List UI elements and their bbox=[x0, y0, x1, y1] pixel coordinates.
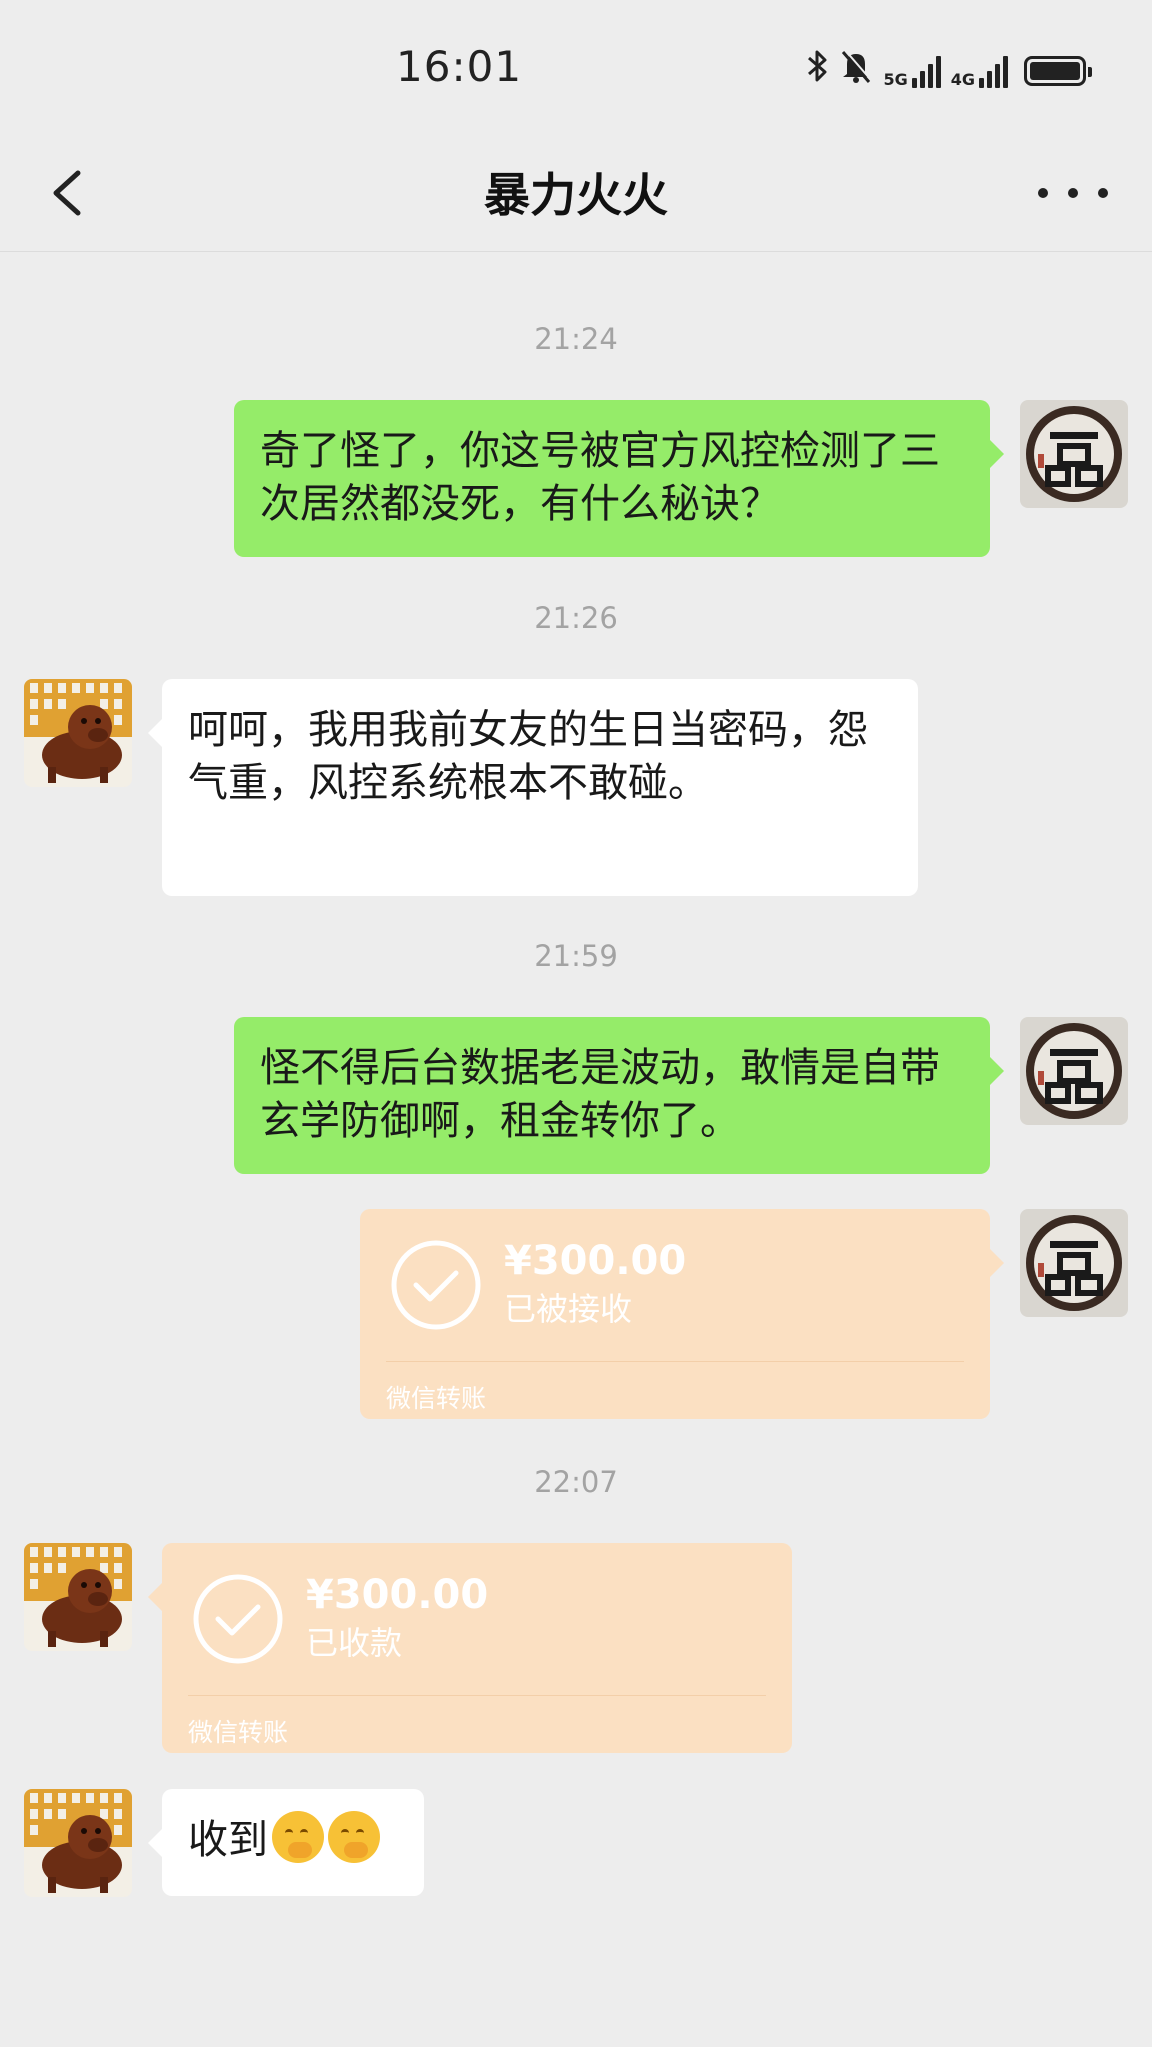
signal-bars bbox=[979, 54, 1008, 88]
message-timestamp: 21:26 bbox=[534, 601, 618, 635]
contact-avatar[interactable] bbox=[24, 1789, 132, 1897]
transfer-footer: 微信转账 bbox=[386, 1384, 487, 1413]
transfer-amount: ¥300.00 bbox=[306, 1572, 489, 1618]
signal-bars bbox=[911, 54, 941, 88]
status-icons: 5G 4G bbox=[807, 48, 1092, 93]
my-message-bubble[interactable]: 奇了怪了，你这号被官方风控检测了三次居然都没死，有什么秘诀？ bbox=[234, 400, 1004, 557]
contact-message-bubble[interactable]: 收到 bbox=[148, 1789, 424, 1896]
message-timestamp: 21:24 bbox=[534, 322, 618, 356]
my-avatar[interactable] bbox=[1020, 400, 1128, 508]
contact-avatar[interactable] bbox=[24, 679, 132, 787]
chat-title: 暴力火火 bbox=[484, 168, 668, 222]
my-avatar[interactable] bbox=[1020, 1017, 1128, 1125]
mute-icon bbox=[839, 48, 873, 93]
4g-label: 4G bbox=[950, 69, 975, 89]
check-circle-icon bbox=[193, 1574, 283, 1664]
5g-label: 5G bbox=[883, 69, 908, 89]
transfer-footer: 微信转账 bbox=[188, 1718, 289, 1747]
4g-signal-icon: 4G bbox=[951, 54, 1008, 88]
5g-signal-icon: 5G bbox=[883, 54, 941, 89]
message-text: 奇了怪了，你这号被官方风控检测了三次居然都没死，有什么秘诀？ bbox=[260, 428, 940, 527]
message-timestamp: 21:59 bbox=[534, 939, 618, 973]
chat-header: 暴力火火 bbox=[0, 135, 1152, 252]
transfer-card[interactable]: ¥300.00 已被接收 微信转账 bbox=[360, 1209, 1004, 1419]
transfer-card[interactable]: ¥300.00 已收款 微信转账 bbox=[148, 1543, 792, 1753]
contact-avatar[interactable] bbox=[24, 1543, 132, 1651]
more-icon[interactable] bbox=[1038, 165, 1108, 221]
status-time: 16:01 bbox=[396, 42, 523, 91]
my-message-bubble[interactable]: 怪不得后台数据老是波动，敢情是自带玄学防御啊，租金转你了。 bbox=[234, 1017, 1004, 1174]
transfer-amount: ¥300.00 bbox=[504, 1238, 687, 1284]
my-avatar[interactable] bbox=[1020, 1209, 1128, 1317]
message-text: 怪不得后台数据老是波动，敢情是自带玄学防御啊，租金转你了。 bbox=[260, 1045, 940, 1144]
battery-icon bbox=[1024, 55, 1092, 86]
contact-message-bubble[interactable]: 呵呵，我用我前女友的生日当密码，怨气重，风控系统根本不敢碰。 bbox=[148, 679, 918, 896]
divider bbox=[386, 1361, 964, 1362]
transfer-status: 已收款 bbox=[306, 1624, 403, 1662]
bluetooth-icon bbox=[807, 48, 829, 93]
message-text: 呵呵，我用我前女友的生日当密码，怨气重，风控系统根本不敢碰。 bbox=[188, 707, 868, 806]
divider bbox=[188, 1695, 766, 1696]
check-circle-icon bbox=[391, 1240, 481, 1330]
message-timestamp: 22:07 bbox=[534, 1465, 618, 1499]
message-text: 收到 bbox=[188, 1817, 268, 1863]
transfer-status: 已被接收 bbox=[504, 1290, 633, 1328]
hand-over-mouth-emoji bbox=[328, 1811, 380, 1863]
hand-over-mouth-emoji bbox=[272, 1811, 324, 1863]
status-bar: 16:01 5G 4G bbox=[0, 0, 1152, 135]
